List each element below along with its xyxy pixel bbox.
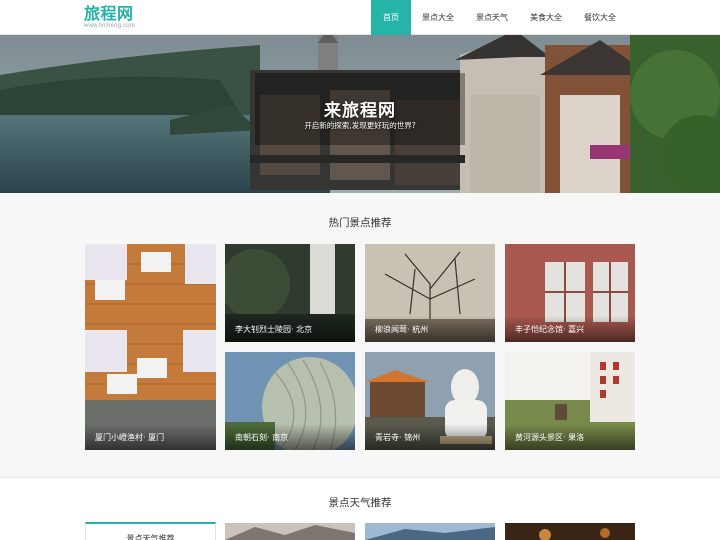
hero-subtitle: 开启新的探索,发现更好玩的世界? bbox=[304, 121, 416, 130]
fishing-village-image bbox=[85, 244, 216, 450]
attraction-card-nanjing[interactable]: 南朝石刻· 南京 bbox=[225, 352, 355, 450]
hot-section-title: 热门景点推荐 bbox=[328, 217, 392, 229]
weather-card[interactable]: 景点天气推荐 bbox=[85, 522, 216, 540]
nav-item-attractions[interactable]: 景点大全 bbox=[411, 0, 465, 35]
weather-card-night[interactable] bbox=[505, 523, 635, 540]
nav-item-dining[interactable]: 餐饮大全 bbox=[573, 0, 627, 35]
attraction-card-jinzhou[interactable]: 青岩寺· 锦州 bbox=[365, 352, 495, 450]
night-scene-image bbox=[505, 523, 635, 540]
attraction-card-hangzhou[interactable]: 柳浪闻莺· 杭州 bbox=[365, 244, 495, 342]
hero-banner: 来旅程网 开启新的探索,发现更好玩的世界? bbox=[0, 35, 720, 193]
attraction-card-jiaxing[interactable]: 丰子恺纪念馆· 嘉兴 bbox=[505, 244, 635, 342]
page: 旅程网 www.lvcheng.com 首页 景点大全 景点天气 美食大全 餐饮… bbox=[0, 0, 720, 540]
logo-text: 旅程网 bbox=[84, 4, 134, 23]
nav-item-food[interactable]: 美食大全 bbox=[519, 0, 573, 35]
card-caption: 南朝石刻· 南京 bbox=[225, 424, 355, 450]
weather-card-mountain[interactable] bbox=[225, 523, 355, 540]
nav-item-weather[interactable]: 景点天气 bbox=[465, 0, 519, 35]
card-caption: 厦门小嶝渔村· 厦门 bbox=[85, 424, 216, 450]
card-caption: 青岩寺· 锦州 bbox=[365, 424, 495, 450]
weather-section-title: 景点天气推荐 bbox=[328, 497, 392, 509]
attraction-card-xiamen[interactable]: 厦门小嶝渔村· 厦门 bbox=[85, 244, 216, 450]
card-caption: 黄河源头景区· 果洛 bbox=[505, 424, 635, 450]
main-nav: 首页 景点大全 景点天气 美食大全 餐饮大全 bbox=[371, 0, 627, 35]
mountain-image bbox=[225, 523, 355, 540]
card-caption: 柳浪闻莺· 杭州 bbox=[365, 316, 495, 342]
header: 旅程网 www.lvcheng.com 首页 景点大全 景点天气 美食大全 餐饮… bbox=[0, 0, 720, 35]
logo[interactable]: 旅程网 www.lvcheng.com bbox=[84, 5, 135, 30]
attraction-card-beijing[interactable]: 李大钊烈士陵园· 北京 bbox=[225, 244, 355, 342]
nav-item-home[interactable]: 首页 bbox=[371, 0, 411, 35]
weather-card-lake[interactable] bbox=[365, 523, 495, 540]
logo-url: www.lvcheng.com bbox=[84, 23, 136, 29]
card-caption: 丰子恺纪念馆· 嘉兴 bbox=[505, 316, 635, 342]
weather-card-title: 景点天气推荐 bbox=[126, 534, 175, 540]
attraction-card-guoluo[interactable]: 黄河源头景区· 果洛 bbox=[505, 352, 635, 450]
hero-title: 来旅程网 bbox=[324, 101, 396, 121]
card-caption: 李大钊烈士陵园· 北京 bbox=[225, 316, 355, 342]
lake-sky-image bbox=[365, 523, 495, 540]
